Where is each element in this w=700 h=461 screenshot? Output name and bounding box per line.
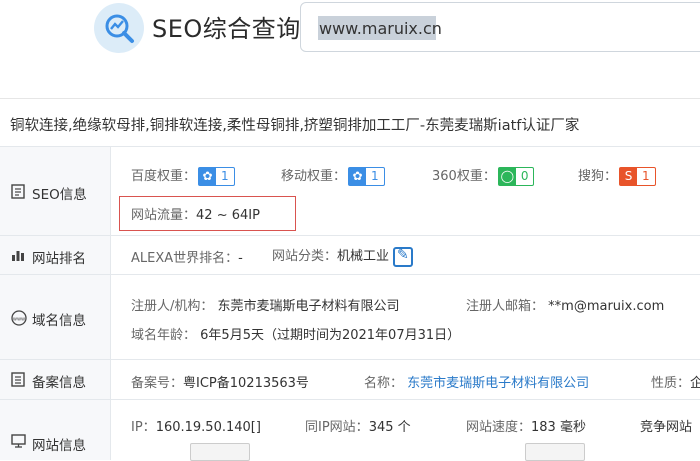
compete-sites-label[interactable]: 竞争网站 xyxy=(640,420,692,435)
registrant-email: 注册人邮箱： **m@maruix.com xyxy=(466,295,664,314)
globe-www-icon: www xyxy=(11,310,27,326)
header: SEO综合查询 xyxy=(0,0,700,88)
row-label-rank: 网站排名 xyxy=(0,236,111,274)
s360-icon: ◯ xyxy=(498,168,516,185)
domain-age-label: 域名年龄： xyxy=(131,328,197,343)
icp-number: 备案号：粤ICP备10213563号 xyxy=(131,372,309,391)
site-speed-value: 183 毫秒 xyxy=(531,420,586,435)
row-label-text: 域名信息 xyxy=(32,313,86,329)
logo[interactable] xyxy=(94,3,144,53)
site-category: 网站分类：机械工业 xyxy=(272,245,414,267)
domain-age-value: 6年5月5天（过期时间为2021年07月31日） xyxy=(200,328,461,343)
paw-icon: ✿ xyxy=(199,168,217,185)
edit-icon[interactable] xyxy=(393,246,414,267)
icp-nature-label: 性质： xyxy=(651,376,691,391)
mobile-weight-badge[interactable]: ✿ 1 xyxy=(348,167,385,186)
ip-label: IP： xyxy=(131,420,156,435)
row-label-text: 网站排名 xyxy=(32,251,86,267)
icp-nature-value: 企 xyxy=(690,376,700,391)
mobile-weight: 移动权重： ✿ 1 xyxy=(281,165,385,186)
document-icon xyxy=(11,184,25,199)
bar-chart-icon xyxy=(12,251,24,261)
info-table: SEO信息 百度权重： ✿ 1 移动权重： ✿ 1 360权重： ◯ 0 搜狗： S 1 网站流… xyxy=(0,146,700,461)
row-seo: SEO信息 百度权重： ✿ 1 移动权重： ✿ 1 360权重： ◯ 0 搜狗： S 1 网站流… xyxy=(0,147,700,236)
s360-weight: 360权重： ◯ 0 xyxy=(432,165,535,186)
mini-button-1[interactable] xyxy=(190,443,250,461)
row-label-site: 网站信息 xyxy=(0,400,111,460)
alexa-rank-value: - xyxy=(238,251,243,266)
site-category-label: 网站分类： xyxy=(272,249,338,264)
paw-icon: ✿ xyxy=(349,168,367,185)
row-label-seo: SEO信息 xyxy=(0,147,111,235)
search-box[interactable] xyxy=(300,2,700,52)
monitor-icon xyxy=(11,434,26,448)
site-speed: 网站速度：183 毫秒 xyxy=(466,416,586,435)
site-title: 铜软连接,绝缘软母排,铜排软连接,柔性母铜排,挤塑铜排加工工厂-东莞麦瑞斯iat… xyxy=(10,118,580,134)
domain-age: 域名年龄： 6年5月5天（过期时间为2021年07月31日） xyxy=(131,324,460,343)
traffic-highlight-box xyxy=(119,196,296,231)
same-ip-label: 同IP网站： xyxy=(305,420,369,435)
brand-title: SEO综合查询 xyxy=(152,15,301,43)
sogou-weight-badge[interactable]: S1 xyxy=(619,167,656,186)
sogou-weight-value: 1 xyxy=(642,169,650,183)
compete-sites: 竞争网站 xyxy=(640,416,692,435)
search-input[interactable] xyxy=(319,15,699,41)
registrant-email-label: 注册人邮箱： xyxy=(466,299,545,314)
mobile-weight-label: 移动权重： xyxy=(281,169,347,184)
row-icp: 备案信息 备案号：粤ICP备10213563号 名称： 东莞市麦瑞斯电子材料有限… xyxy=(0,360,700,400)
row-label-text: 备案信息 xyxy=(32,375,86,391)
baidu-weight-value: 1 xyxy=(221,169,229,183)
icp-name: 名称： 东莞市麦瑞斯电子材料有限公司 xyxy=(364,372,589,391)
same-ip: 同IP网站：345 个 xyxy=(305,416,411,435)
icp-name-label: 名称： xyxy=(364,376,404,391)
site-category-value: 机械工业 xyxy=(337,249,390,264)
site-speed-label: 网站速度： xyxy=(466,420,532,435)
icp-number-label: 备案号： xyxy=(131,376,184,391)
registrant-value: 东莞市麦瑞斯电子材料有限公司 xyxy=(217,299,400,314)
baidu-weight-badge[interactable]: ✿ 1 xyxy=(198,167,235,186)
registrant-email-value: **m@maruix.com xyxy=(548,299,665,314)
icp-nature: 性质：企 xyxy=(651,372,700,391)
s360-weight-label: 360权重： xyxy=(432,169,496,184)
row-label-text: 网站信息 xyxy=(32,438,86,454)
registrant-label: 注册人/机构： xyxy=(131,299,214,314)
row-label-text: SEO信息 xyxy=(32,187,87,203)
sogou-weight-label: 搜狗： xyxy=(578,169,618,184)
ip: IP：160.19.50.140[] xyxy=(131,416,261,435)
icp-name-link[interactable]: 东莞市麦瑞斯电子材料有限公司 xyxy=(407,376,589,391)
svg-text:www: www xyxy=(13,317,25,323)
row-label-icp: 备案信息 xyxy=(0,360,111,399)
baidu-weight: 百度权重： ✿ 1 xyxy=(131,165,235,186)
mobile-weight-value: 1 xyxy=(371,169,379,183)
alexa-rank: ALEXA世界排名：- xyxy=(131,247,243,266)
row-label-domain: www 域名信息 xyxy=(0,275,111,359)
registrant: 注册人/机构： 东莞市麦瑞斯电子材料有限公司 xyxy=(131,295,400,314)
divider xyxy=(0,98,700,99)
row-domain: www 域名信息 注册人/机构： 东莞市麦瑞斯电子材料有限公司 注册人邮箱： *… xyxy=(0,275,700,360)
alexa-rank-label: ALEXA世界排名： xyxy=(131,251,239,266)
sogou-weight: 搜狗： S 1 xyxy=(578,165,656,186)
ip-value: 160.19.50.140[] xyxy=(155,420,261,435)
icp-number-value: 粤ICP备10213563号 xyxy=(183,376,309,391)
chart-magnifier-icon xyxy=(105,14,134,43)
s360-weight-value: 0 xyxy=(520,169,529,183)
row-rank: 网站排名 ALEXA世界排名：- 网站分类：机械工业 xyxy=(0,236,700,275)
s360-weight-badge[interactable]: ◯ 0 xyxy=(497,167,535,186)
row-site: 网站信息 IP：160.19.50.140[] 同IP网站：345 个 网站速度… xyxy=(0,400,700,461)
same-ip-value: 345 个 xyxy=(368,420,411,435)
sogou-icon: S xyxy=(620,168,638,185)
list-document-icon xyxy=(11,372,25,387)
baidu-weight-label: 百度权重： xyxy=(131,169,197,184)
mini-button-2[interactable] xyxy=(525,443,585,461)
